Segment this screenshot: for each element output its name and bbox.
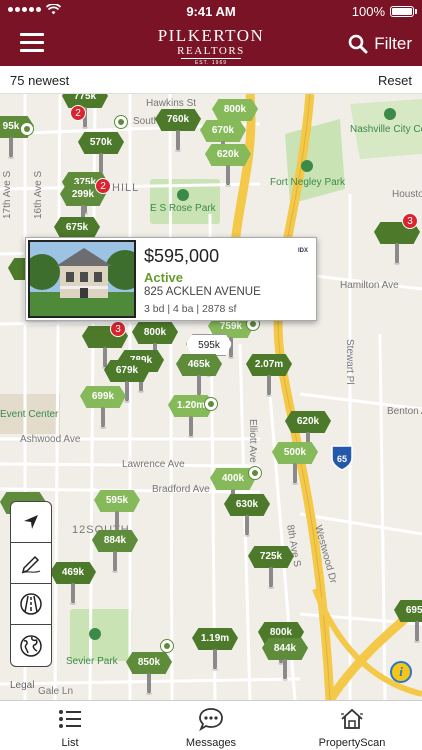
list-icon — [59, 710, 81, 728]
listing-details: 3 bd | 4 ba | 2878 sf — [144, 303, 237, 315]
search-icon — [348, 34, 368, 54]
cluster-count-badge[interactable]: 2 — [70, 105, 86, 121]
listing-pin[interactable]: 695k — [394, 600, 422, 644]
map-type-button[interactable] — [11, 625, 51, 666]
listing-pin[interactable]: 844k — [262, 638, 308, 682]
park-label: Nashville City Cemetery — [350, 124, 422, 135]
listing-pin[interactable]: 570k — [78, 132, 124, 176]
idx-logo: IDX — [297, 248, 308, 254]
listing-pin[interactable]: 465k — [176, 354, 222, 398]
street-label: HILL — [112, 182, 140, 194]
listing-photo — [28, 240, 136, 318]
listing-pin[interactable] — [374, 222, 420, 266]
status-bar: 9:41 AM 100% — [0, 0, 422, 22]
listing-address: 825 ACKLEN AVENUE — [144, 286, 261, 298]
messages-icon — [199, 708, 223, 732]
filter-button[interactable]: Filter — [348, 34, 412, 54]
open-house-icon — [114, 115, 128, 129]
pencil-icon — [21, 555, 41, 574]
listing-pin[interactable]: 760k — [155, 109, 201, 153]
street-label: Lawrence Ave — [122, 459, 185, 470]
listing-pin[interactable]: 850k — [126, 652, 172, 696]
listing-pin[interactable]: 620k — [205, 144, 251, 188]
house-scan-icon — [341, 708, 363, 729]
street-label: Stewart Pl — [344, 339, 355, 385]
listing-pin[interactable]: 595k — [94, 490, 140, 534]
traffic-button[interactable] — [11, 584, 51, 625]
listing-pin[interactable]: 2.07m — [246, 354, 292, 398]
street-label: 16th Ave S — [33, 170, 44, 219]
location-arrow-icon — [24, 515, 38, 529]
open-house-icon — [204, 397, 218, 411]
locate-button[interactable] — [11, 502, 51, 543]
park-label: Sevier Park — [66, 656, 118, 667]
battery-percent: 100% — [351, 4, 385, 19]
brand-est: EST. 1969 — [181, 58, 241, 66]
street-label: Houston St — [392, 189, 422, 200]
tab-messages[interactable]: Messages — [141, 701, 281, 750]
interstate-shield-label: 65 — [337, 454, 347, 464]
road-icon — [20, 593, 42, 615]
tab-label: PropertyScan — [318, 737, 386, 749]
map-controls — [10, 501, 52, 667]
tab-label: Messages — [185, 737, 237, 749]
listing-pin[interactable]: 1.19m — [192, 628, 238, 672]
listing-pin[interactable]: 630k — [224, 494, 270, 538]
draw-button[interactable] — [11, 543, 51, 584]
listing-pin[interactable]: 469k — [50, 562, 96, 606]
open-house-icon — [160, 639, 174, 653]
cluster-count-badge[interactable]: 2 — [95, 178, 111, 194]
listing-popup[interactable]: $595,000 Active 825 ACKLEN AVENUE 3 bd |… — [25, 237, 317, 321]
cluster-count-badge[interactable]: 3 — [110, 321, 126, 337]
street-label: Hawkins St — [146, 98, 197, 109]
map-view[interactable]: 65 Hawkins St South 17th Ave S 16th Ave … — [0, 94, 422, 700]
open-house-icon — [248, 466, 262, 480]
park-label: E S Rose Park — [150, 203, 216, 214]
cluster-count-badge[interactable]: 3 — [402, 213, 418, 229]
battery-icon — [390, 6, 417, 17]
tab-list[interactable]: List — [0, 701, 140, 750]
open-house-icon — [20, 122, 34, 136]
listing-price: $595,000 — [144, 246, 220, 266]
street-label: Elliott Ave — [247, 419, 258, 463]
reset-button[interactable]: Reset — [378, 73, 412, 88]
map-info-button[interactable]: i — [390, 661, 412, 683]
globe-icon — [20, 634, 42, 657]
tab-label: List — [61, 737, 79, 749]
park-label: Fort Negley Park — [270, 177, 346, 188]
legal-link[interactable]: Legal — [10, 680, 34, 691]
listing-pin[interactable]: 884k — [92, 530, 138, 574]
park-label: Event Center — [0, 409, 59, 420]
listing-pin[interactable]: 725k — [248, 546, 294, 590]
street-label: Hamilton Ave — [340, 280, 399, 291]
filter-label: Filter — [374, 34, 412, 53]
listing-status: Active — [144, 270, 184, 285]
street-label: Gale Ln — [38, 686, 74, 697]
listing-pin[interactable]: 699k — [80, 386, 126, 430]
app-header: 9:41 AM 100% PILKERTON REALTORS EST. 196… — [0, 0, 422, 66]
tab-propertyscan[interactable]: PropertyScan — [282, 701, 422, 750]
street-label: Ashwood Ave — [20, 434, 81, 445]
listing-pin[interactable]: 500k — [272, 442, 318, 486]
tab-bar: List Messages PropertyScan — [0, 700, 422, 750]
street-label: Benton Ave — [387, 406, 422, 417]
street-label: 17th Ave S — [2, 170, 13, 219]
street-label: Bradford Ave — [152, 484, 210, 495]
results-toolbar: 75 newest Reset — [0, 66, 422, 94]
results-count: 75 newest — [10, 73, 70, 88]
